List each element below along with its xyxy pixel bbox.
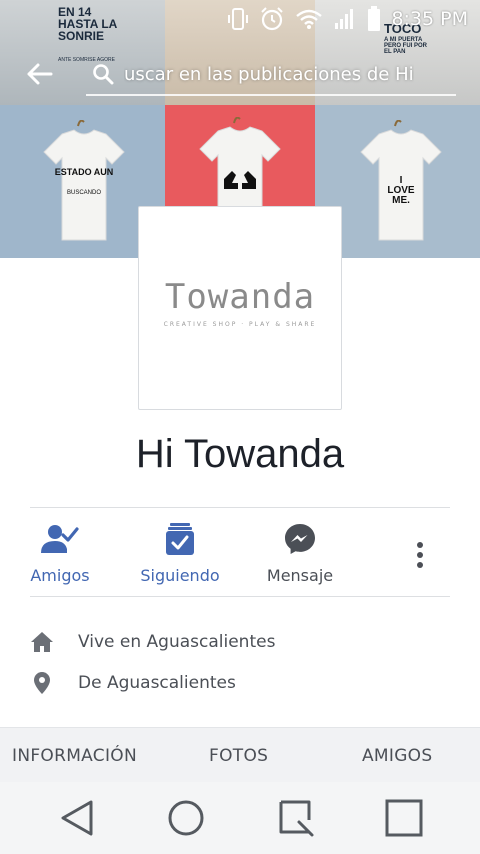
nav-square-button[interactable] [384, 798, 424, 838]
following-button[interactable]: Siguiendo [135, 510, 225, 595]
profile-picture[interactable]: Towanda CREATIVE SHOP · PLAY & SHARE [138, 206, 342, 410]
nav-back-button[interactable] [57, 798, 97, 838]
home-circle-icon [168, 800, 204, 836]
back-arrow-icon [27, 63, 53, 85]
search-icon [90, 61, 116, 87]
friends-button[interactable]: Amigos [20, 510, 100, 595]
divider [30, 507, 450, 508]
vibrate-icon [227, 7, 249, 31]
more-button[interactable] [400, 510, 440, 595]
signal-icon [333, 7, 357, 31]
location-pin-icon [28, 671, 56, 695]
intro-lives-in: Vive en Aguascalientes [28, 627, 275, 657]
back-triangle-icon [61, 800, 93, 836]
shirt-text: ESTADO AUN [54, 167, 114, 177]
message-label: Mensaje [266, 566, 334, 585]
intro-from: De Aguascalientes [28, 668, 236, 698]
home-icon [28, 631, 56, 653]
logo-text: Towanda [164, 277, 316, 317]
search-bar: uscar en las publicaciones de Hi [0, 50, 480, 98]
back-button[interactable] [22, 59, 56, 89]
logo-tagline: CREATIVE SHOP · PLAY & SHARE [163, 321, 317, 328]
wifi-icon [295, 8, 323, 30]
friends-label: Amigos [30, 566, 90, 585]
tshirt-image: I LOVE ME. [359, 120, 443, 245]
tab-photos[interactable]: FOTOS [209, 728, 268, 783]
status-time: 8:35 PM [391, 8, 468, 30]
intro-text: De Aguascalientes [78, 673, 236, 693]
friend-check-icon [41, 520, 79, 558]
search-input[interactable]: uscar en las publicaciones de Hi [86, 54, 456, 96]
message-button[interactable]: Mensaje [258, 510, 342, 595]
divider [30, 596, 450, 597]
profile-logo: Towanda CREATIVE SHOP · PLAY & SHARE [139, 277, 341, 328]
profile-actions: Amigos Siguiendo Mensaje [0, 510, 480, 595]
tshirt-image: ESTADO AUN BUSCANDO [42, 120, 126, 245]
tab-information[interactable]: INFORMACIÓN [12, 728, 137, 783]
recents-icon [279, 800, 314, 837]
nav-home-button[interactable] [166, 798, 206, 838]
battery-icon [367, 6, 381, 32]
messenger-icon [284, 520, 316, 558]
following-label: Siguiendo [140, 566, 220, 585]
intro-text: Vive en Aguascalientes [78, 632, 276, 652]
shirt-text: I LOVE ME. [387, 175, 415, 206]
following-icon [165, 520, 195, 558]
search-text: uscar en las publicaciones de Hi [124, 63, 414, 85]
profile-tabs: INFORMACIÓN FOTOS AMIGOS [0, 727, 480, 782]
more-vertical-icon [416, 536, 424, 574]
shirt-subtext: BUSCANDO [66, 190, 101, 196]
status-bar: 8:35 PM [0, 0, 480, 38]
alarm-icon [259, 6, 285, 32]
profile-name: Hi Towanda [135, 432, 345, 476]
tab-friends[interactable]: AMIGOS [362, 728, 432, 783]
nav-recents-button[interactable] [275, 798, 315, 838]
square-icon [385, 799, 423, 837]
system-nav-bar [0, 782, 480, 854]
